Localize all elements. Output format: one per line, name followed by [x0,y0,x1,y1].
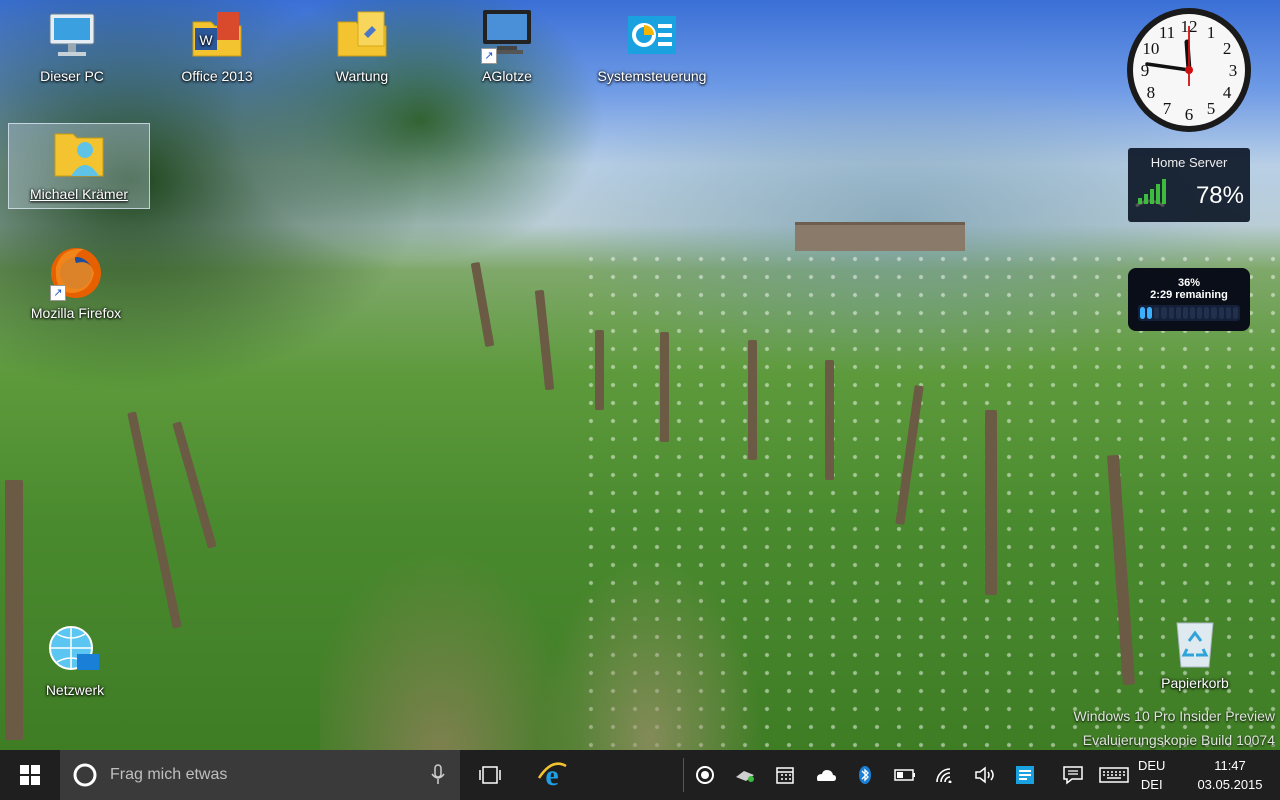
desktop-icon-wartung[interactable]: Wartung [302,8,422,84]
fence-post [127,411,182,629]
taskbar-time: 11:47 [1214,758,1246,773]
battery-cell [1182,307,1188,319]
clock-numeral: 3 [1229,61,1238,80]
battery-cell [1168,307,1174,319]
desktop-icon-aglotze[interactable]: ↗ AGlotze [447,8,567,84]
clock-numeral: 10 [1142,39,1159,58]
task-view-button[interactable] [468,750,512,800]
language-line2: DEI [1140,777,1163,792]
wallpaper-house [795,222,965,251]
desktop-icon-dieser-pc[interactable]: Dieser PC [12,8,132,84]
battery-cell [1211,307,1217,319]
windows-logo-icon [20,765,40,785]
home-server-gadget[interactable]: Home Server 78% [1128,148,1250,222]
onedrive-icon[interactable] [806,750,844,800]
desktop-icon-papierkorb[interactable]: Papierkorb [1135,615,1255,691]
search-placeholder: Frag mich etwas [110,766,228,783]
battery-cell [1225,307,1231,319]
start-button[interactable] [0,750,60,800]
office-folder-icon: W [189,8,245,64]
bluetooth-icon[interactable] [846,750,884,800]
recycle-bin-icon [1167,615,1223,671]
desktop-icon-office-2013[interactable]: W Office 2013 [157,8,277,84]
svg-text:W: W [199,32,213,48]
control-panel-icon [624,8,680,64]
task-view-icon [479,766,501,784]
fence-post [470,261,495,348]
battery-cell [1147,307,1153,319]
battery-cell [1154,307,1160,319]
folder-icon [334,8,390,64]
shortcut-arrow-icon: ↗ [50,285,66,301]
notification-icon[interactable] [1054,750,1092,800]
battery-cell [1161,307,1167,319]
battery-cell [1189,307,1196,319]
clock-face: 12 1234567891011 [1127,8,1251,132]
fence-post [825,360,834,480]
fence-post [172,421,217,549]
fence-post [534,289,555,391]
clock-numeral: 6 [1185,105,1194,124]
clock-numeral: 8 [1147,83,1156,102]
fence-post [595,330,604,410]
calendar-icon[interactable] [766,750,804,800]
battery-cell [1232,307,1238,319]
battery-gadget[interactable]: 36% 2:29 remaining [1128,268,1250,331]
network-icon [47,622,103,678]
taskbar: Frag mich etwas e DEU DEI 11:47 03.05.20… [0,750,1280,800]
battery-cell [1218,307,1224,319]
microphone-icon[interactable] [430,764,446,786]
internet-explorer-icon: e [537,760,567,790]
fence-post [985,410,997,595]
clock-gadget[interactable]: 12 1 2 3 4 5 6 7 8 9 10 11 [1125,6,1253,134]
fence-post [748,340,757,460]
desktop-wallpaper [0,0,1280,750]
desktop-icon-michael-kraemer[interactable]: Michael Krämer [8,123,150,209]
network-adapter-icon[interactable] [726,750,764,800]
taskbar-internet-explorer[interactable]: e [528,750,576,800]
computer-icon [44,8,100,64]
battery-cell [1197,307,1203,319]
desktop-icon-netzwerk[interactable]: Netzwerk [15,622,135,698]
cortana-icon [73,763,97,787]
desktop-icon-systemsteuerung[interactable]: Systemsteuerung [592,8,712,84]
shortcut-arrow-icon: ↗ [481,48,497,64]
fence-post [5,480,23,740]
language-indicator[interactable]: DEU DEI [1138,756,1165,794]
signal-bars-icon [1134,176,1168,208]
record-icon[interactable] [686,750,724,800]
battery-percent: 36% [1177,277,1201,289]
clock-numeral: 11 [1159,23,1175,42]
home-server-title: Home Server [1150,155,1228,170]
wallpaper-path [320,440,840,750]
clock-numeral: 2 [1223,39,1232,58]
clock-numeral: 1 [1207,23,1216,42]
battery-cell [1204,307,1210,319]
battery-remaining: 2:29 remaining [1150,289,1228,301]
wifi-icon[interactable] [926,750,964,800]
cortana-search-box[interactable]: Frag mich etwas [60,750,460,800]
app-tray-icon[interactable] [1006,750,1044,800]
clock-numeral: 5 [1207,99,1216,118]
fence-post [660,332,669,442]
taskbar-date: 03.05.2015 [1197,777,1263,792]
taskbar-divider [683,758,684,792]
user-folder-icon [51,126,107,182]
volume-icon[interactable] [966,750,1004,800]
keyboard-icon[interactable] [1094,750,1134,800]
language-line1: DEU [1138,758,1166,773]
clock-numeral: 4 [1223,83,1232,102]
watermark-line1: Windows 10 Pro Insider Preview [1073,708,1275,724]
taskbar-clock[interactable]: 11:47 03.05.2015 [1180,756,1280,794]
firefox-icon: ↗ [48,245,104,301]
battery-level-bar [1138,305,1240,321]
battery-icon[interactable] [886,750,924,800]
monitor-icon: ↗ [479,8,535,64]
desktop-icon-mozilla-firefox[interactable]: ↗ Mozilla Firefox [16,245,136,321]
clock-numeral: 7 [1163,99,1172,118]
watermark-line2: Evaluierungskopie Build 10074 [1082,732,1275,748]
battery-cell [1175,307,1181,319]
home-server-value: 78% [1195,182,1244,209]
battery-cell [1140,307,1146,319]
